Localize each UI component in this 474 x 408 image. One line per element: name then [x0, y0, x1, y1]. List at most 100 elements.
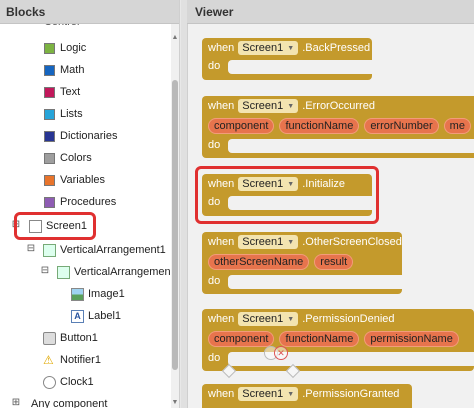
- do-keyword: do: [208, 352, 221, 364]
- vertical-arrangement-icon: [43, 243, 56, 257]
- when-keyword: when: [208, 388, 235, 400]
- chevron-down-icon: ▼: [287, 315, 295, 323]
- button-icon: [43, 331, 56, 345]
- tree-item-lists[interactable]: Lists: [44, 104, 83, 124]
- variables-swatch-icon: [44, 174, 55, 186]
- tree-item-label1[interactable]: A Label1: [71, 306, 121, 326]
- event-name: .PermissionDenied: [302, 313, 395, 325]
- event-params: component functionName permissionName: [208, 331, 459, 347]
- tree-item-button1[interactable]: Button1: [43, 328, 98, 348]
- do-statement-slot[interactable]: [228, 60, 372, 74]
- blocks-scrollbar[interactable]: ▲ ▼: [171, 24, 179, 408]
- component-dropdown[interactable]: Screen1 ▼: [238, 99, 299, 113]
- when-keyword: when: [208, 236, 235, 248]
- event-name: .ErrorOccurred: [302, 100, 375, 112]
- tree-item-label: Image1: [88, 288, 125, 300]
- param-result[interactable]: result: [314, 254, 354, 270]
- event-name: .PermissionGranted: [302, 388, 400, 400]
- dictionaries-swatch-icon: [44, 130, 55, 142]
- clock-icon: [43, 375, 56, 389]
- label-icon: A: [71, 309, 84, 323]
- logic-swatch-icon: [44, 42, 55, 54]
- tree-item-colors[interactable]: Colors: [44, 148, 92, 168]
- vertical2-collapse-toggle-icon[interactable]: ⊟: [40, 265, 50, 276]
- math-swatch-icon: [44, 64, 55, 76]
- vertical-arrangement-icon: [57, 265, 70, 279]
- viewer-title: Viewer: [187, 0, 474, 24]
- do-statement-slot[interactable]: [228, 139, 474, 153]
- scroll-down-icon[interactable]: ▼: [171, 399, 179, 406]
- chevron-down-icon: ▼: [287, 102, 295, 110]
- tree-item-verticalarrangement1[interactable]: VerticalArrangement1: [43, 240, 166, 260]
- scroll-up-icon[interactable]: ▲: [171, 34, 179, 41]
- tree-item-control-partial[interactable]: Control: [44, 24, 79, 32]
- component-dropdown[interactable]: Screen1 ▼: [238, 312, 299, 326]
- chevron-down-icon: ▼: [287, 44, 295, 52]
- event-name: .OtherScreenClosed: [302, 236, 402, 248]
- event-block-backpressed[interactable]: when Screen1 ▼ .BackPressed do: [202, 38, 372, 80]
- blocks-tree: Control Logic Math Text Lists Dictionari…: [0, 24, 172, 408]
- tree-item-verticalarrangement2[interactable]: VerticalArrangemen: [57, 262, 171, 282]
- blocks-panel-title: Blocks: [0, 0, 179, 24]
- error-count-icon: ✕: [274, 346, 288, 360]
- do-keyword: do: [208, 60, 221, 72]
- when-keyword: when: [208, 42, 235, 54]
- lists-swatch-icon: [44, 108, 55, 120]
- component-dropdown[interactable]: Screen1 ▼: [238, 235, 299, 249]
- param-component[interactable]: component: [208, 331, 275, 347]
- event-block-permissiongranted[interactable]: when Screen1 ▼ .PermissionGranted: [202, 384, 412, 408]
- image-icon: [71, 287, 84, 301]
- event-block-otherscreenclosed[interactable]: when Screen1 ▼ .OtherScreenClosed otherSc…: [202, 232, 402, 294]
- tree-item-label: Text: [60, 86, 81, 98]
- tree-item-label: Math: [60, 64, 85, 76]
- component-dropdown[interactable]: Screen1 ▼: [238, 387, 299, 401]
- when-keyword: when: [208, 100, 235, 112]
- tree-item-label: Button1: [60, 332, 98, 344]
- tree-item-procedures[interactable]: Procedures: [44, 192, 116, 212]
- blocks-panel: Blocks Control Logic Math Text Lists Dic: [0, 0, 180, 408]
- event-block-permissiondenied[interactable]: when Screen1 ▼ .PermissionDenied componen…: [202, 309, 474, 371]
- event-params: otherScreenName result: [208, 254, 354, 270]
- any-component-expand-toggle-icon[interactable]: ⊞: [11, 397, 21, 408]
- do-keyword: do: [208, 139, 221, 151]
- tree-item-label: Label1: [88, 310, 122, 322]
- param-functionname[interactable]: functionName: [279, 331, 360, 347]
- tree-item-image1[interactable]: Image1: [71, 284, 125, 304]
- scrollbar-thumb[interactable]: [172, 80, 178, 370]
- component-dropdown[interactable]: Screen1 ▼: [238, 41, 299, 55]
- blocks-workspace[interactable]: when Screen1 ▼ .BackPressed do when Scree…: [187, 24, 474, 408]
- initialize-highlight-box: [195, 166, 379, 224]
- tree-item-notifier1[interactable]: ⚠ Notifier1: [43, 350, 101, 370]
- event-name: .BackPressed: [302, 42, 371, 54]
- chevron-down-icon: ▼: [287, 238, 295, 246]
- do-keyword: do: [208, 275, 221, 287]
- tree-item-any-component[interactable]: Any component: [31, 394, 107, 408]
- tree-item-variables[interactable]: Variables: [44, 170, 105, 190]
- procedures-swatch-icon: [44, 196, 55, 208]
- param-message[interactable]: me: [443, 118, 471, 134]
- tree-item-dictionaries[interactable]: Dictionaries: [44, 126, 117, 146]
- param-errornumber[interactable]: errorNumber: [364, 118, 439, 134]
- screen1-highlight-box: [14, 212, 96, 240]
- tree-item-label: Procedures: [60, 196, 117, 208]
- tree-item-label: VerticalArrangemen: [74, 266, 171, 278]
- param-otherscreenname[interactable]: otherScreenName: [208, 254, 310, 270]
- colors-swatch-icon: [44, 152, 55, 164]
- tree-item-label: Dictionaries: [60, 130, 118, 142]
- param-component[interactable]: component: [208, 118, 275, 134]
- event-block-erroroccurred[interactable]: when Screen1 ▼ .ErrorOccurred component f…: [202, 96, 474, 158]
- tree-item-clock1[interactable]: Clock1: [43, 372, 94, 392]
- tree-item-label: Lists: [60, 108, 83, 120]
- tree-item-label: Colors: [60, 152, 92, 164]
- param-functionname[interactable]: functionName: [279, 118, 360, 134]
- event-params: component functionName errorNumber me: [208, 118, 471, 134]
- tree-item-text[interactable]: Text: [44, 82, 80, 102]
- vertical1-collapse-toggle-icon[interactable]: ⊟: [26, 243, 36, 254]
- param-permissionname[interactable]: permissionName: [364, 331, 459, 347]
- when-keyword: when: [208, 313, 235, 325]
- tree-item-math[interactable]: Math: [44, 60, 84, 80]
- do-statement-slot[interactable]: [228, 275, 402, 289]
- warning-icon: ⚠: [43, 352, 54, 367]
- tree-item-logic[interactable]: Logic: [44, 38, 86, 58]
- tree-item-label: Logic: [60, 42, 87, 54]
